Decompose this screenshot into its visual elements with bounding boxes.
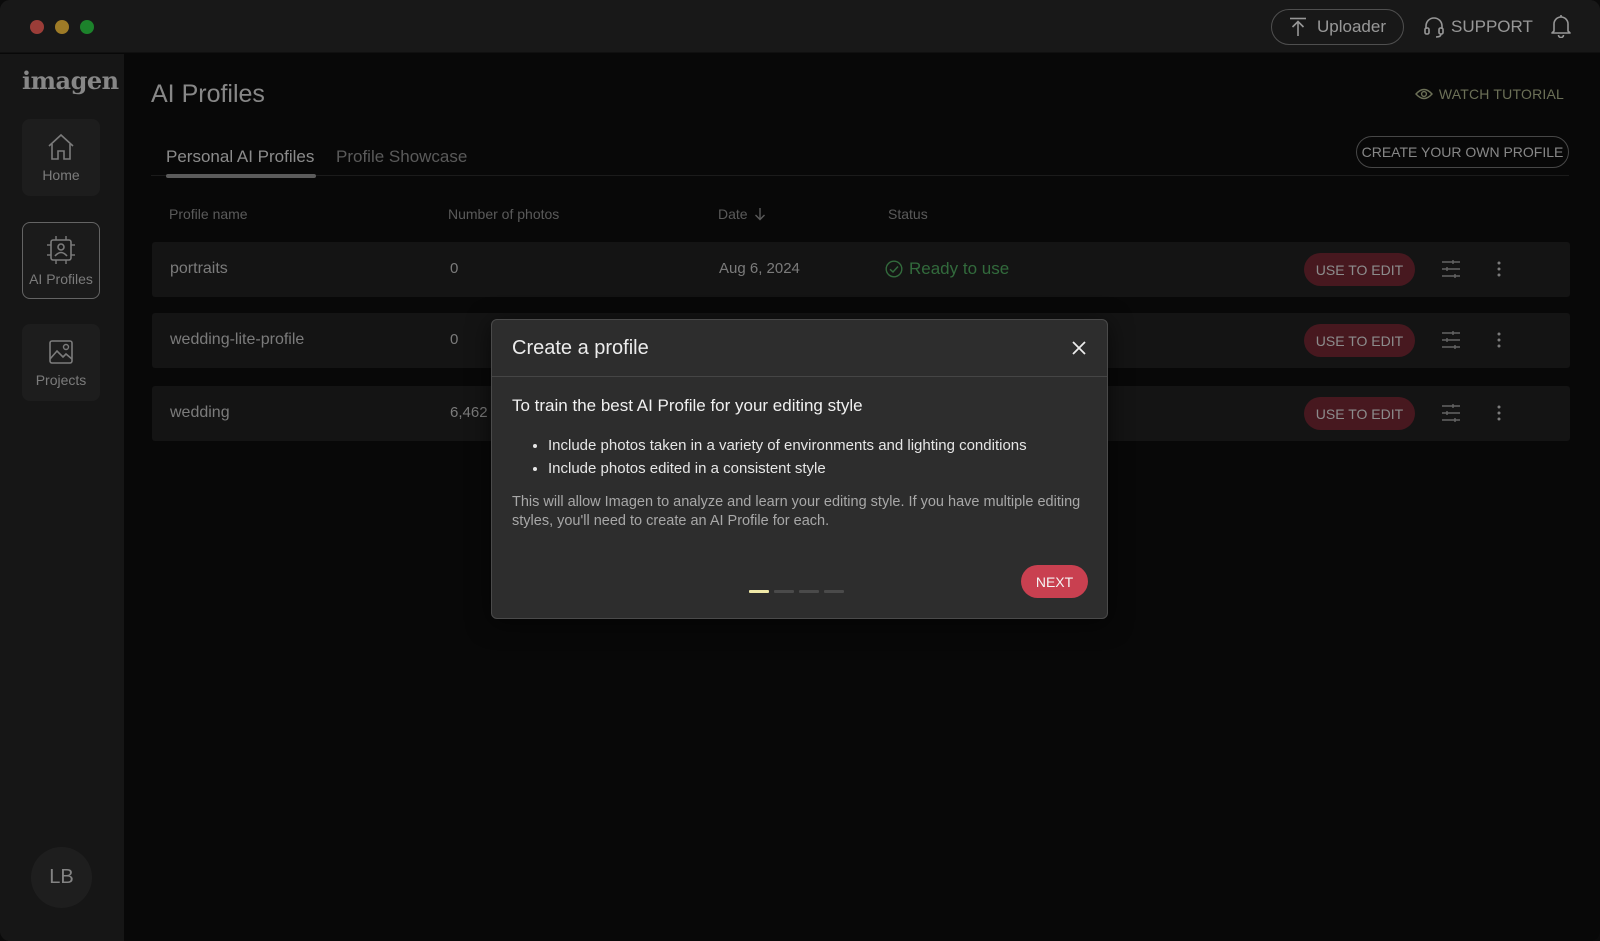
dialog-heading: To train the best AI Profile for your ed… [512, 396, 863, 415]
step-dot-3 [799, 590, 819, 593]
step-dot-1 [749, 590, 769, 593]
step-dot-2 [774, 590, 794, 593]
list-item: Include photos taken in a variety of env… [548, 434, 1027, 457]
list-item: Include photos edited in a consistent st… [548, 457, 1027, 480]
step-indicator [749, 590, 844, 593]
close-icon[interactable] [1071, 340, 1087, 356]
next-button[interactable]: NEXT [1021, 565, 1088, 598]
step-dot-4 [824, 590, 844, 593]
app-window: Uploader SUPPORT imagen Home AI Profiles… [0, 0, 1600, 941]
dialog-header: Create a profile [492, 320, 1107, 377]
dialog-body-text: This will allow Imagen to analyze and le… [512, 494, 1081, 529]
create-profile-dialog: Create a profile To train the best AI Pr… [491, 319, 1108, 619]
dialog-title: Create a profile [512, 337, 649, 359]
dialog-tips-list: Include photos taken in a variety of env… [528, 434, 1027, 480]
